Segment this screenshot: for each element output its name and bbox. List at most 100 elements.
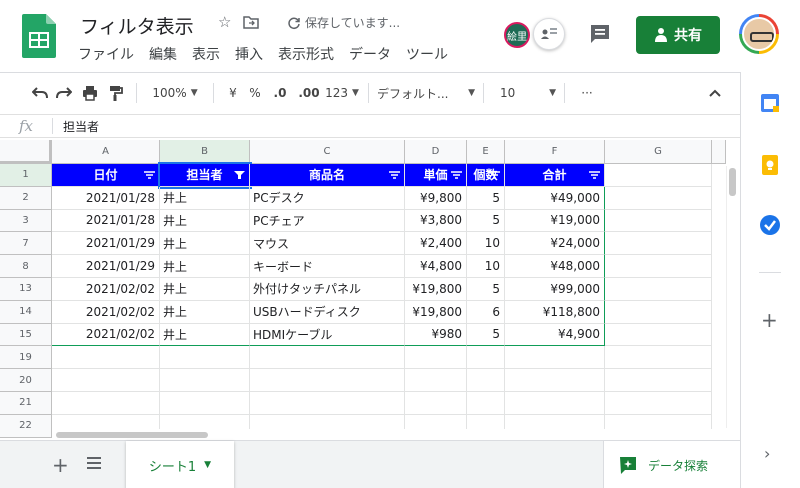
paint-format-button[interactable] [104, 81, 128, 105]
data-cell[interactable]: 10 [467, 255, 505, 278]
percent-button[interactable]: % [244, 81, 266, 105]
row-header-20[interactable]: 20 [0, 369, 52, 392]
row-header-15[interactable]: 15 [0, 323, 52, 347]
column-header-c[interactable]: C [250, 140, 405, 164]
data-cell[interactable]: 外付けタッチパネル [250, 278, 405, 301]
empty-cell[interactable] [605, 300, 712, 324]
currency-button[interactable]: ¥ [222, 81, 244, 105]
empty-cell[interactable] [605, 209, 712, 233]
font-select[interactable]: デフォルト... ▼ [377, 81, 475, 105]
data-cell[interactable]: 井上 [160, 186, 250, 210]
data-cell[interactable]: キーボード [250, 255, 405, 278]
empty-cell[interactable] [605, 186, 712, 210]
document-title[interactable]: フィルタ表示 [80, 12, 194, 39]
data-cell[interactable]: 10 [467, 232, 505, 256]
empty-cell[interactable] [605, 278, 712, 301]
empty-cell[interactable] [250, 346, 405, 370]
column-header-g[interactable]: G [605, 140, 712, 164]
row-header-21[interactable]: 21 [0, 392, 52, 415]
data-cell[interactable]: マウス [250, 232, 405, 256]
empty-cell[interactable] [52, 369, 160, 392]
empty-cell[interactable] [405, 369, 467, 392]
data-cell[interactable]: 井上 [160, 232, 250, 256]
header-cell-1[interactable]: 担当者 [158, 162, 252, 189]
row-header-22[interactable]: 22 [0, 414, 52, 438]
star-icon[interactable]: ☆ [218, 13, 231, 31]
data-cell[interactable]: ¥19,800 [405, 300, 467, 324]
data-cell[interactable]: USBハードディスク [250, 300, 405, 324]
data-cell[interactable]: ¥24,000 [505, 232, 605, 256]
empty-cell[interactable] [467, 346, 505, 370]
increase-decimal-button[interactable]: .00 [294, 81, 324, 105]
data-cell[interactable]: ¥48,000 [505, 255, 605, 278]
empty-cell[interactable] [467, 392, 505, 415]
column-header-f[interactable]: F [505, 140, 605, 164]
filter-icon[interactable] [144, 171, 155, 179]
data-cell[interactable]: 5 [467, 209, 505, 233]
row-header-1[interactable]: 1 [0, 164, 52, 187]
font-size-select[interactable]: 10 ▼ [492, 81, 556, 105]
empty-cell[interactable] [160, 392, 250, 415]
data-cell[interactable]: 2021/01/28 [52, 186, 160, 210]
filter-icon[interactable] [389, 171, 400, 179]
data-cell[interactable]: 井上 [160, 209, 250, 233]
empty-cell[interactable] [52, 392, 160, 415]
collaborator-avatar[interactable]: 絵里 [504, 22, 530, 48]
column-header-d[interactable]: D [405, 140, 467, 164]
row-header-3[interactable]: 3 [0, 209, 52, 233]
sheet-tab[interactable]: シート1 ▼ [126, 441, 234, 488]
data-cell[interactable]: 2021/01/29 [52, 255, 160, 278]
empty-cell[interactable] [160, 369, 250, 392]
empty-cell[interactable] [405, 346, 467, 370]
data-cell[interactable]: ¥99,000 [505, 278, 605, 301]
data-cell[interactable]: ¥2,400 [405, 232, 467, 256]
data-cell[interactable]: ¥49,000 [505, 186, 605, 210]
empty-cell[interactable] [605, 232, 712, 256]
collapse-menus-button[interactable] [690, 81, 740, 105]
empty-cell[interactable] [605, 255, 712, 278]
comment-icon[interactable] [588, 22, 612, 46]
print-button[interactable] [76, 81, 104, 105]
empty-cell[interactable] [605, 164, 712, 187]
data-cell[interactable]: ¥19,000 [505, 209, 605, 233]
filter-icon[interactable] [489, 171, 500, 179]
keep-icon[interactable] [759, 154, 781, 176]
undo-button[interactable] [28, 81, 52, 105]
data-cell[interactable]: 2021/02/02 [52, 300, 160, 324]
data-cell[interactable]: 5 [467, 323, 505, 347]
sheets-logo-icon[interactable] [22, 14, 56, 58]
data-cell[interactable]: 井上 [160, 278, 250, 301]
data-cell[interactable]: 2021/01/29 [52, 232, 160, 256]
decrease-decimal-button[interactable]: .0 [266, 81, 294, 105]
empty-cell[interactable] [467, 369, 505, 392]
number-format-select[interactable]: 123 ▼ [324, 81, 360, 105]
data-cell[interactable]: ¥4,900 [505, 323, 605, 347]
row-header-2[interactable]: 2 [0, 186, 52, 210]
menu-data[interactable]: データ [349, 44, 391, 64]
menu-format[interactable]: 表示形式 [278, 44, 334, 64]
more-button[interactable]: ··· [573, 81, 601, 105]
data-cell[interactable]: ¥118,800 [505, 300, 605, 324]
data-cell[interactable]: 井上 [160, 300, 250, 324]
menu-edit[interactable]: 編集 [149, 44, 177, 64]
filter-icon[interactable] [234, 171, 245, 179]
horizontal-scrollbar[interactable] [52, 429, 740, 440]
data-cell[interactable]: ¥4,800 [405, 255, 467, 278]
column-header-e[interactable]: E [467, 140, 505, 164]
tasks-icon[interactable] [759, 214, 781, 236]
folder-icon[interactable] [243, 15, 260, 29]
zoom-select[interactable]: 100% ▼ [145, 81, 205, 105]
header-cell-3[interactable]: 単価 [405, 164, 467, 187]
data-cell[interactable]: 6 [467, 300, 505, 324]
data-cell[interactable]: HDMIケーブル [250, 323, 405, 347]
data-cell[interactable]: 井上 [160, 323, 250, 347]
formula-input[interactable]: 担当者 [63, 118, 99, 135]
empty-cell[interactable] [505, 392, 605, 415]
empty-cell[interactable] [405, 392, 467, 415]
data-cell[interactable]: ¥3,800 [405, 209, 467, 233]
add-addon-icon[interactable]: + [761, 308, 778, 332]
data-cell[interactable]: ¥19,800 [405, 278, 467, 301]
row-header-14[interactable]: 14 [0, 300, 52, 324]
vertical-scrollbar[interactable] [726, 166, 738, 428]
empty-cell[interactable] [605, 392, 712, 415]
